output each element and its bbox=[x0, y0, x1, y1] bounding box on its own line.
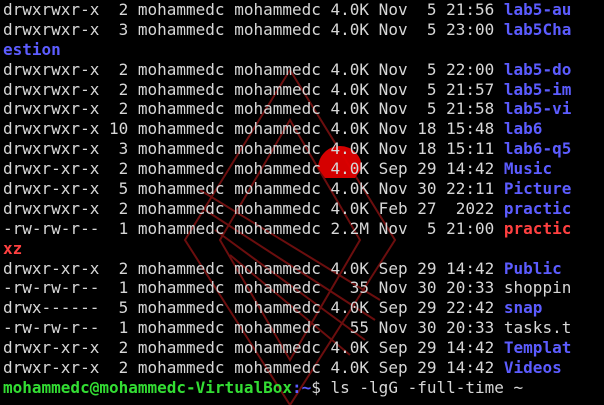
file-name: practic bbox=[503, 218, 572, 238]
file-name-continuation: estion bbox=[3, 39, 61, 59]
ls-entry-line: drwxr-xr-x 2 mohammedc mohammedc 4.0K Se… bbox=[3, 338, 571, 358]
file-name: lab5-au bbox=[503, 0, 572, 19]
file-name: tasks.t bbox=[503, 318, 572, 338]
file-metadata: drwxr-xr-x 2 mohammedc mohammedc 4.0K Se… bbox=[3, 358, 504, 378]
file-metadata: -rw-rw-r-- 1 mohammedc mohammedc 55 Nov … bbox=[3, 318, 504, 338]
wrapped-filename-line: estion bbox=[3, 40, 571, 60]
ls-entry-line: drwxr-xr-x 2 mohammedc mohammedc 4.0K Se… bbox=[3, 358, 571, 378]
file-metadata: drwxrwxr-x 3 mohammedc mohammedc 4.0K No… bbox=[3, 139, 504, 159]
ls-entry-line: drwx------ 5 mohammedc mohammedc 4.0K Se… bbox=[3, 298, 571, 318]
file-metadata: drwxr-xr-x 2 mohammedc mohammedc 4.0K Se… bbox=[3, 159, 504, 179]
file-name-continuation: xz bbox=[3, 238, 23, 258]
file-metadata: drwxrwxr-x 2 mohammedc mohammedc 4.0K No… bbox=[3, 59, 504, 79]
ls-entry-line: drwxrwxr-x 2 mohammedc mohammedc 4.0K No… bbox=[3, 0, 571, 20]
file-metadata: drwxr-xr-x 5 mohammedc mohammedc 4.0K No… bbox=[3, 179, 504, 199]
file-name: Templat bbox=[503, 338, 572, 358]
ls-entry-line: drwxr-xr-x 2 mohammedc mohammedc 4.0K Se… bbox=[3, 159, 571, 179]
prompt-command: $ ls -lgG -full-time ~ bbox=[311, 377, 524, 397]
file-name: practic bbox=[503, 198, 572, 218]
terminal-output: drwxrwxr-x 2 mohammedc mohammedc 4.0K No… bbox=[3, 0, 571, 398]
ls-entry-line: drwxr-xr-x 5 mohammedc mohammedc 4.0K No… bbox=[3, 179, 571, 199]
ls-entry-line: drwxrwxr-x 2 mohammedc mohammedc 4.0K Fe… bbox=[3, 199, 571, 219]
ls-entry-line: -rw-rw-r-- 1 mohammedc mohammedc 55 Nov … bbox=[3, 318, 571, 338]
file-name: shoppin bbox=[503, 278, 572, 298]
file-name: lab5-im bbox=[503, 79, 572, 99]
prompt-path: :~ bbox=[291, 377, 312, 397]
file-metadata: drwxr-xr-x 2 mohammedc mohammedc 4.0K Se… bbox=[3, 258, 504, 278]
file-name: lab6-q5 bbox=[503, 139, 572, 159]
ls-entry-line: -rw-rw-r-- 1 mohammedc mohammedc 2.2M No… bbox=[3, 219, 571, 239]
file-metadata: drwxrwxr-x 2 mohammedc mohammedc 4.0K Fe… bbox=[3, 198, 504, 218]
terminal-window[interactable]: drwxrwxr-x 2 mohammedc mohammedc 4.0K No… bbox=[0, 0, 604, 405]
ls-entry-line: drwxrwxr-x 2 mohammedc mohammedc 4.0K No… bbox=[3, 99, 571, 119]
ls-entry-line: -rw-rw-r-- 1 mohammedc mohammedc 35 Nov … bbox=[3, 278, 571, 298]
file-metadata: -rw-rw-r-- 1 mohammedc mohammedc 2.2M No… bbox=[3, 218, 504, 238]
shell-prompt-line: mohammedc@mohammedc-VirtualBox:~$ ls -lg… bbox=[3, 378, 571, 398]
file-name: lab6 bbox=[503, 119, 543, 139]
file-name: lab5-do bbox=[503, 59, 572, 79]
file-name: snap bbox=[503, 298, 543, 318]
file-metadata: drwxrwxr-x 2 mohammedc mohammedc 4.0K No… bbox=[3, 0, 504, 19]
file-name: Music bbox=[503, 159, 553, 179]
file-metadata: -rw-rw-r-- 1 mohammedc mohammedc 35 Nov … bbox=[3, 278, 504, 298]
wrapped-filename-line: xz bbox=[3, 239, 571, 259]
file-name: Videos bbox=[503, 358, 562, 378]
ls-entry-line: drwxrwxr-x 10 mohammedc mohammedc 4.0K N… bbox=[3, 119, 571, 139]
file-metadata: drwx------ 5 mohammedc mohammedc 4.0K Se… bbox=[3, 298, 504, 318]
file-metadata: drwxrwxr-x 2 mohammedc mohammedc 4.0K No… bbox=[3, 99, 504, 119]
ls-entry-line: drwxrwxr-x 2 mohammedc mohammedc 4.0K No… bbox=[3, 80, 571, 100]
ls-entry-line: drwxr-xr-x 2 mohammedc mohammedc 4.0K Se… bbox=[3, 259, 571, 279]
ls-entry-line: drwxrwxr-x 3 mohammedc mohammedc 4.0K No… bbox=[3, 139, 571, 159]
file-metadata: drwxrwxr-x 2 mohammedc mohammedc 4.0K No… bbox=[3, 79, 504, 99]
file-metadata: drwxrwxr-x 3 mohammedc mohammedc 4.0K No… bbox=[3, 19, 504, 39]
ls-entry-line: drwxrwxr-x 2 mohammedc mohammedc 4.0K No… bbox=[3, 60, 571, 80]
file-name: lab5Cha bbox=[503, 19, 572, 39]
file-name: Public bbox=[503, 258, 562, 278]
file-name: Picture bbox=[503, 179, 572, 199]
prompt-user-host: mohammedc@mohammedc-VirtualBox bbox=[3, 377, 292, 397]
file-name: lab5-vi bbox=[503, 99, 572, 119]
ls-entry-line: drwxrwxr-x 3 mohammedc mohammedc 4.0K No… bbox=[3, 20, 571, 40]
file-metadata: drwxrwxr-x 10 mohammedc mohammedc 4.0K N… bbox=[3, 119, 504, 139]
file-metadata: drwxr-xr-x 2 mohammedc mohammedc 4.0K Se… bbox=[3, 338, 504, 358]
